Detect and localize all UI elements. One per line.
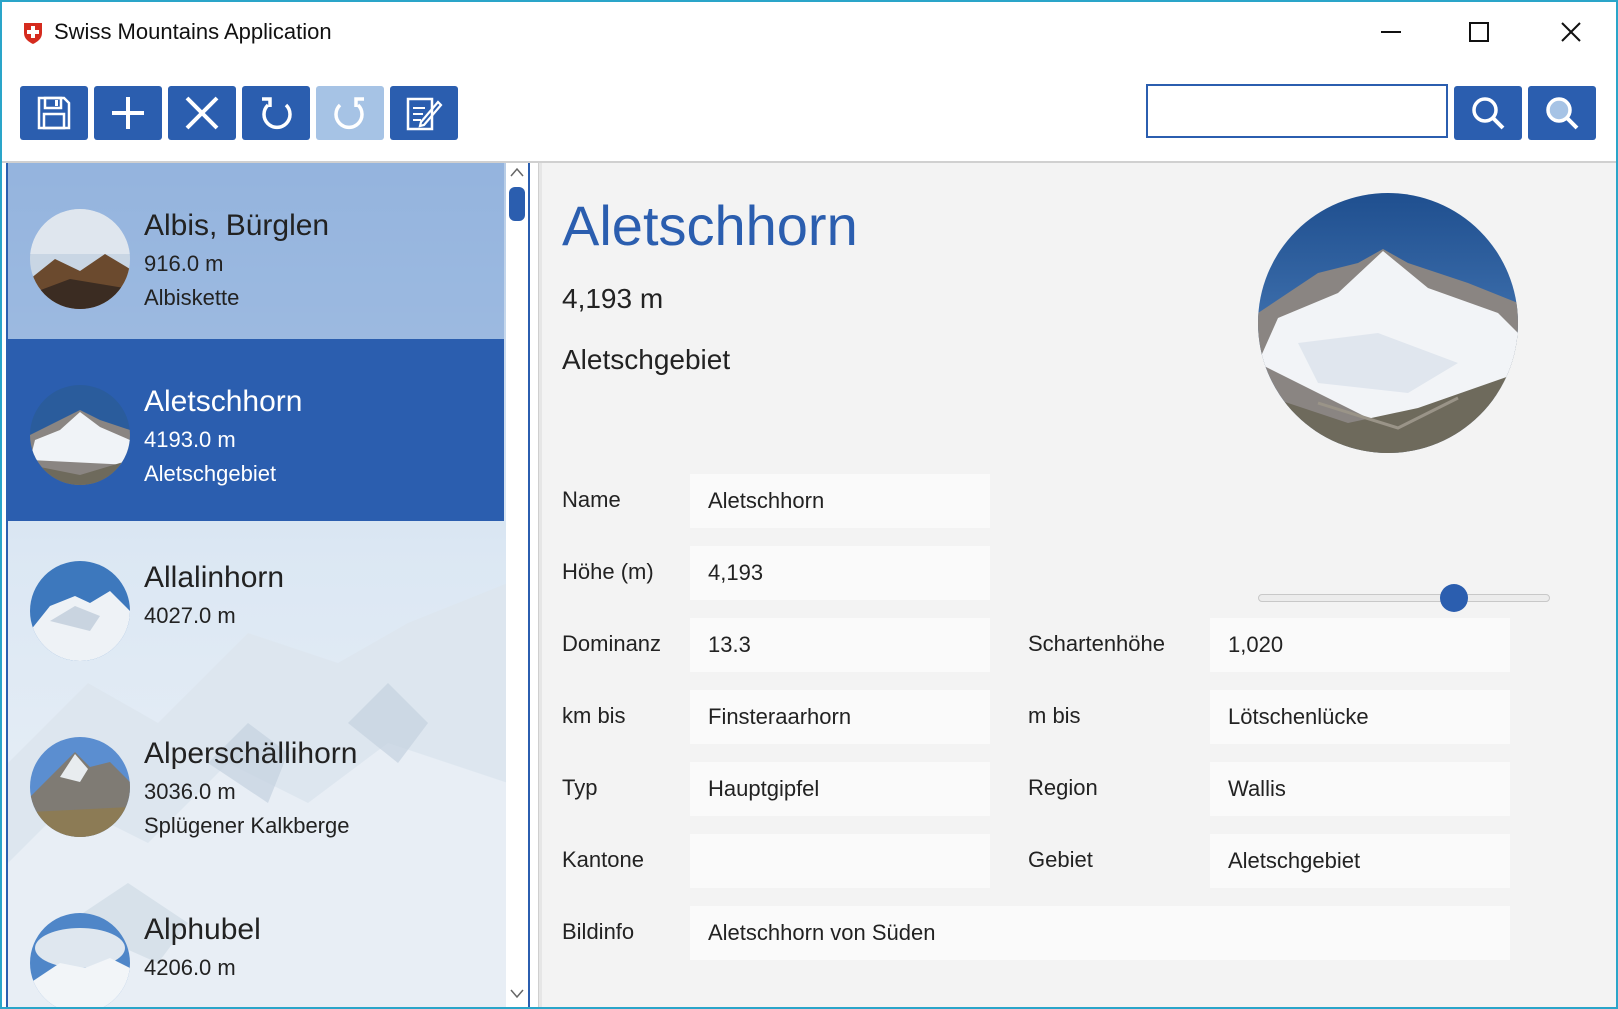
title-bar: Swiss Mountains Application [2,2,1616,62]
mountain-photo [1258,193,1518,453]
list-item-region: Aletschgebiet [144,461,277,486]
list-item-region: Albiskette [144,285,240,310]
slider-track [1258,594,1550,602]
list-item[interactable]: Albis, Bürglen 916.0 m Albiskette [8,163,504,345]
dominanz-label: Dominanz [562,631,662,656]
slider-knob[interactable] [1440,584,1468,612]
typ-field[interactable] [690,762,990,816]
plus-icon [112,97,144,129]
minimize-icon [1381,31,1401,33]
detail-pane: Aletschhorn 4,193 m Aletschgebiet Name H… [542,163,1616,1007]
list-item-height: 3036.0 m [144,779,236,804]
list-item[interactable]: Alperschällihorn 3036.0 m Splügener Kalkbe… [8,691,504,873]
dominanz-field[interactable] [690,618,990,672]
x-icon [185,96,219,130]
list-item[interactable]: Alphubel 4206.0 m [8,867,504,1007]
detail-height: 4,193 m [562,283,664,314]
mountain-list: Albis, Bürglen 916.0 m Albiskette Aletschho… [6,163,530,1007]
search-button[interactable] [1454,86,1522,140]
floppy-disk-icon [37,96,71,130]
detail-region: Aletschgebiet [562,344,731,375]
maximize-icon [1469,22,1489,42]
delete-button[interactable] [168,86,236,140]
kantone-field[interactable] [690,834,990,888]
list-item-name: Allalinhorn [144,561,285,594]
search-icon [1472,97,1505,130]
gebiet-label: Gebiet [1028,847,1093,872]
name-field[interactable] [690,474,990,528]
height-slider[interactable] [1258,583,1550,613]
list-item-name: Alperschällihorn [144,737,358,770]
list-item-region: Splügener Kalkberge [144,813,350,838]
chevron-up-icon [510,167,524,177]
save-button[interactable] [20,86,88,140]
maximize-button[interactable] [1456,10,1502,54]
schartenhoehe-label: Schartenhöhe [1028,631,1165,656]
mountain-thumbnail [30,913,130,1007]
scroll-down-arrow[interactable] [506,989,528,1003]
list-item-name: Albis, Bürglen [144,209,330,242]
kmbis-label: km bis [562,703,626,728]
redo-icon [334,97,364,130]
add-button[interactable] [94,86,162,140]
kmbis-field[interactable] [690,690,990,744]
bildinfo-field[interactable] [690,906,1510,960]
detail-title: Aletschhorn [562,194,858,257]
advanced-search-button[interactable] [1528,86,1596,140]
typ-label: Typ [562,775,598,800]
hoehe-label: Höhe (m) [562,559,654,584]
gebiet-field[interactable] [1210,834,1510,888]
mountain-thumbnail [30,737,130,837]
list-item-height: 4206.0 m [144,955,236,980]
toolbar [2,62,1616,162]
app-window: Swiss Mountains Application Albis, Bürgl… [0,0,1618,1009]
mountain-thumbnail [30,561,130,661]
undo-button[interactable] [242,86,310,140]
redo-button[interactable] [316,86,384,140]
edit-button[interactable] [390,86,458,140]
chevron-down-icon [510,989,524,999]
mountain-thumbnail [30,385,130,485]
name-label: Name [562,487,621,512]
mountain-thumbnail [30,209,130,309]
minimize-button[interactable] [1368,10,1414,54]
region-label: Region [1028,775,1098,800]
list-item-height: 4193.0 m [144,427,236,452]
list-item-height: 916.0 m [144,251,224,276]
list-item[interactable]: Aletschhorn 4193.0 m Aletschgebiet [8,339,504,521]
window-title: Swiss Mountains Application [54,19,332,44]
search-filled-icon [1546,97,1579,130]
hoehe-field[interactable] [690,546,990,600]
close-button[interactable] [1548,10,1594,54]
list-item-name: Alphubel [144,913,261,946]
search-input[interactable] [1146,84,1448,138]
mbis-label: m bis [1028,703,1081,728]
list-item[interactable]: Allalinhorn 4027.0 m [8,515,504,697]
bildinfo-label: Bildinfo [562,919,635,944]
mbis-field[interactable] [1210,690,1510,744]
list-scrollbar[interactable] [506,163,528,1007]
edit-note-icon [406,97,443,131]
scroll-thumb[interactable] [509,187,525,221]
region-field[interactable] [1210,762,1510,816]
close-icon [1561,22,1581,42]
undo-icon [262,97,292,130]
scroll-up-arrow[interactable] [506,167,528,181]
kantone-label: Kantone [562,847,644,872]
list-item-name: Aletschhorn [144,385,303,418]
list-item-height: 4027.0 m [144,603,236,628]
schartenhoehe-field[interactable] [1210,618,1510,672]
swiss-flag-icon [24,23,42,44]
